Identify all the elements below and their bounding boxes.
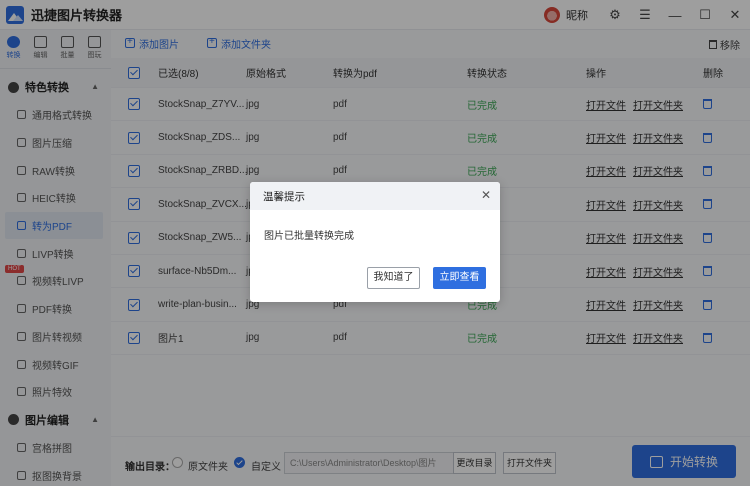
got-it-button[interactable]: 我知道了	[367, 267, 420, 289]
view-now-button[interactable]: 立即查看	[433, 267, 486, 289]
dialog-title: 温馨提示	[263, 190, 305, 203]
close-icon[interactable]: ✕	[481, 188, 491, 202]
dialog-message: 图片已批量转换完成	[264, 231, 354, 242]
completion-dialog: 温馨提示 ✕ 图片已批量转换完成 我知道了 立即查看	[250, 182, 500, 302]
dialog-header: 温馨提示 ✕	[250, 182, 500, 210]
